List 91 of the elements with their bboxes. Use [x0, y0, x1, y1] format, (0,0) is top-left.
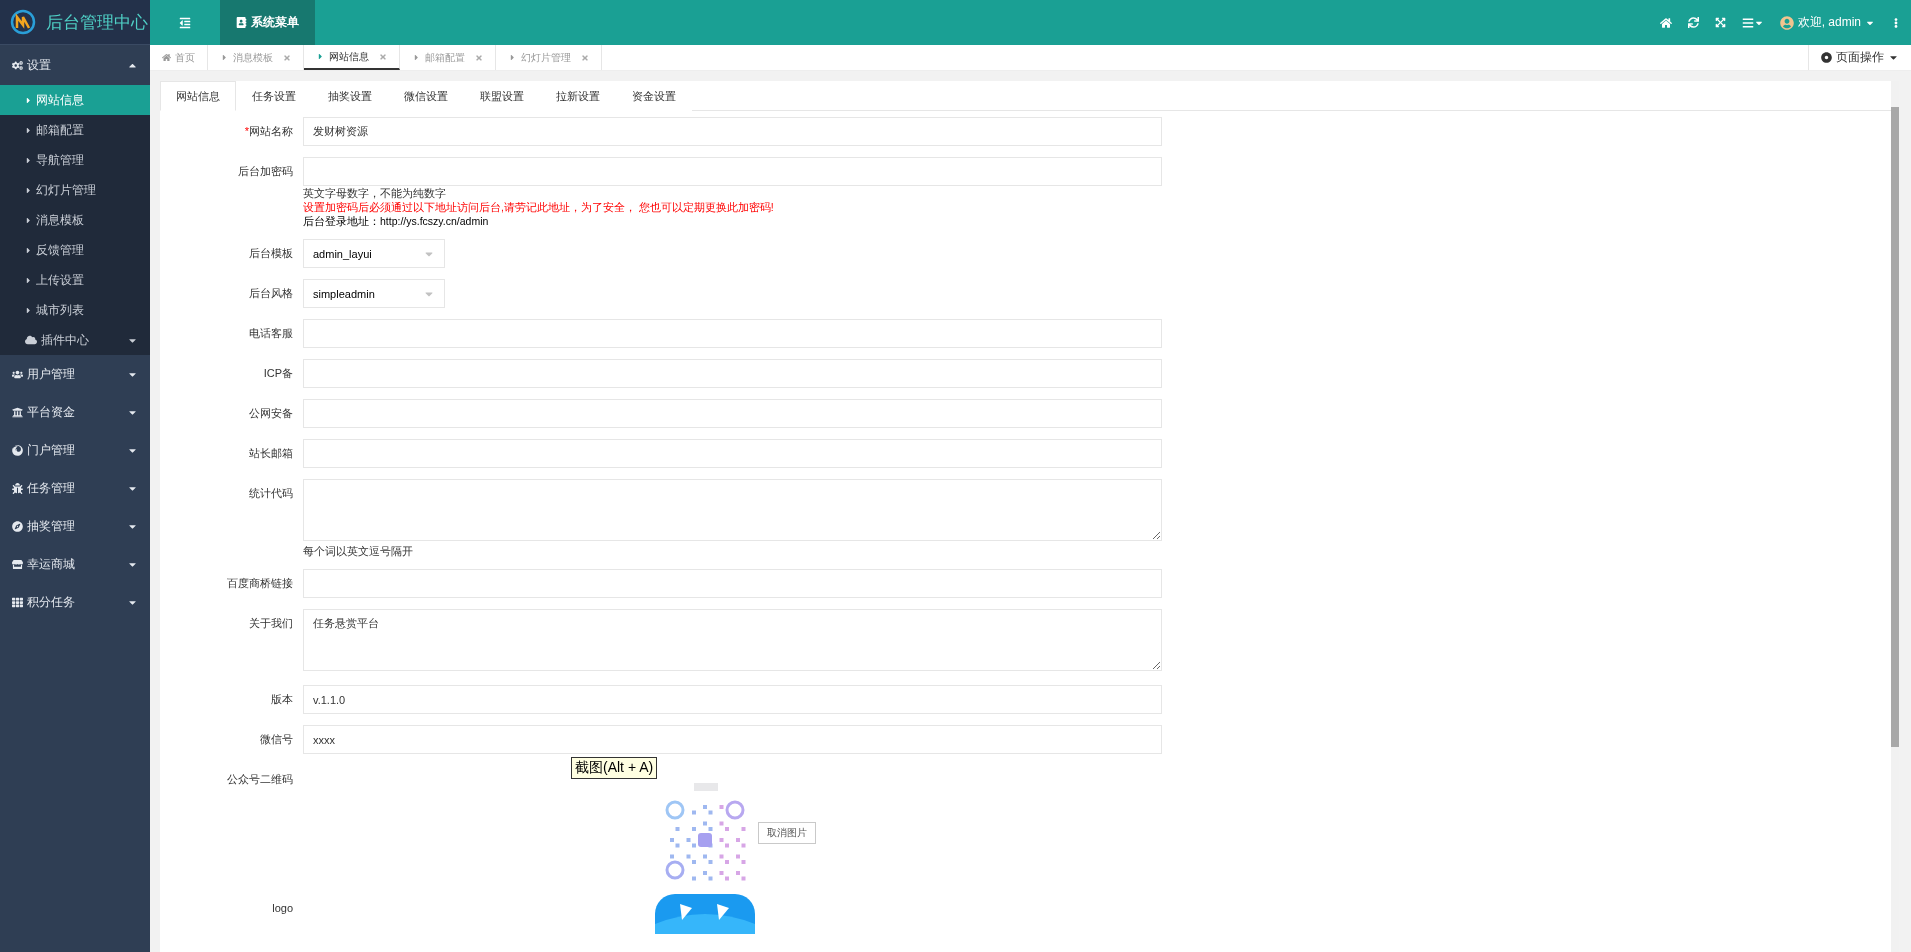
bug-icon — [12, 482, 23, 494]
logo-icon — [10, 9, 36, 35]
close-icon[interactable] — [379, 52, 387, 61]
text-field[interactable]: 发财树资源 — [303, 117, 1162, 146]
menu-icon[interactable] — [1741, 16, 1764, 29]
text-field[interactable] — [303, 569, 1162, 598]
text-field[interactable]: xxxx — [303, 725, 1162, 754]
caret-icon — [316, 52, 325, 61]
sidebar-item[interactable]: 幻灯片管理 — [0, 175, 150, 205]
field-label: 后台加密码 — [237, 164, 293, 179]
home-icon[interactable] — [1659, 16, 1672, 29]
scrollbar-thumb[interactable] — [1891, 107, 1899, 747]
contact-icon — [236, 17, 247, 28]
outdent-icon — [179, 16, 191, 29]
sidebar-section[interactable]: 任务管理 — [0, 469, 150, 507]
field-label: *网站名称 — [243, 124, 293, 139]
shop-icon — [12, 558, 23, 570]
target-icon — [1821, 52, 1832, 63]
text-field[interactable] — [303, 157, 1162, 186]
field-label: 微信号 — [259, 732, 293, 747]
field-label: logo — [271, 901, 293, 916]
field-label: ICP备 — [262, 366, 293, 381]
tooltip: 截图(Alt + A) — [571, 757, 658, 779]
text-area[interactable]: 任务悬赏平台 — [303, 609, 1162, 671]
form-tab[interactable]: 网站信息 — [160, 81, 236, 111]
field-label: 站长邮箱 — [248, 446, 293, 461]
hint-text: 英文字母数字，不能为纯数字 — [303, 186, 447, 200]
text-field[interactable] — [303, 399, 1162, 428]
caret-icon — [508, 53, 517, 62]
close-icon[interactable] — [581, 53, 589, 62]
caret-icon — [24, 155, 33, 165]
field-label: 关于我们 — [248, 616, 293, 631]
text-area[interactable] — [303, 479, 1162, 541]
sidebar-item[interactable]: 插件中心 — [0, 325, 150, 355]
menu-tab[interactable]: 系统菜单 — [220, 0, 315, 45]
page-tab[interactable]: 网站信息 — [304, 45, 400, 70]
sidebar-item[interactable]: 邮箱配置 — [0, 115, 150, 145]
select-field[interactable]: simpleadmin — [303, 279, 445, 308]
text-field[interactable]: v.1.1.0 — [303, 685, 1162, 714]
field-label: 版本 — [270, 692, 293, 707]
bank-icon — [12, 406, 23, 418]
hint-text: 后台登录地址：http://ys.fcszy.cn/admin — [303, 214, 490, 228]
grid-icon — [12, 596, 23, 608]
sidebar-item[interactable]: 上传设置 — [0, 265, 150, 295]
close-icon[interactable] — [283, 53, 291, 62]
caret-icon — [24, 125, 33, 135]
field-label: 公网安备 — [248, 406, 293, 421]
field-label: 统计代码 — [248, 486, 293, 501]
sidebar-section[interactable]: 抽奖管理 — [0, 507, 150, 545]
brand-title: 后台管理中心 — [46, 11, 148, 34]
sidebar-section[interactable]: 积分任务 — [0, 583, 150, 621]
text-field[interactable] — [303, 319, 1162, 348]
field-label: 后台风格 — [248, 286, 293, 301]
sidebar-item[interactable]: 反馈管理 — [0, 235, 150, 265]
sidebar-item[interactable]: 导航管理 — [0, 145, 150, 175]
sidebar-section[interactable]: 门户管理 — [0, 431, 150, 469]
field-label: 电话客服 — [248, 326, 293, 341]
home-icon — [162, 53, 171, 62]
text-field[interactable] — [303, 359, 1162, 388]
sidebar-section[interactable]: 幸运商城 — [0, 545, 150, 583]
sidebar-item[interactable]: 城市列表 — [0, 295, 150, 325]
avatar-icon — [1779, 15, 1794, 30]
cloud-icon — [25, 334, 37, 346]
field-label: 公众号二维码 — [226, 772, 293, 787]
cancel-image-button[interactable]: 取消图片 — [758, 822, 816, 844]
sidebar-section[interactable]: 平台资金 — [0, 393, 150, 431]
caret-icon — [412, 53, 421, 62]
sidebar-section[interactable]: 设置 — [0, 45, 150, 85]
hint-text: 每个词以英文逗号隔开 — [303, 544, 414, 558]
caret-icon — [24, 95, 33, 105]
caret-icon — [220, 53, 229, 62]
refresh-icon[interactable] — [1687, 17, 1699, 28]
caret-icon — [24, 305, 33, 315]
caret-icon — [24, 275, 33, 285]
caret-icon — [24, 245, 33, 255]
compass-icon — [12, 520, 23, 532]
text-field[interactable] — [303, 439, 1162, 468]
gears-icon — [12, 59, 23, 71]
field-label: 百度商桥链接 — [226, 576, 293, 591]
fullscreen-icon[interactable] — [1714, 17, 1726, 28]
page-actions-button[interactable]: 页面操作 — [1808, 45, 1911, 70]
hint-text: 设置加密码后必须通过以下地址访问后台,请劳记此地址，为了安全， 您也可以定期更换此加密码! — [303, 200, 775, 214]
select-field[interactable]: admin_layui — [303, 239, 445, 268]
close-icon[interactable] — [475, 53, 483, 62]
caret-icon — [24, 215, 33, 225]
sidebar-section[interactable]: 用户管理 — [0, 355, 150, 393]
users-icon — [12, 368, 23, 380]
globe-icon — [12, 444, 23, 456]
field-label: 后台模板 — [248, 246, 293, 261]
caret-icon — [24, 185, 33, 195]
sidebar-item[interactable]: 消息模板 — [0, 205, 150, 235]
